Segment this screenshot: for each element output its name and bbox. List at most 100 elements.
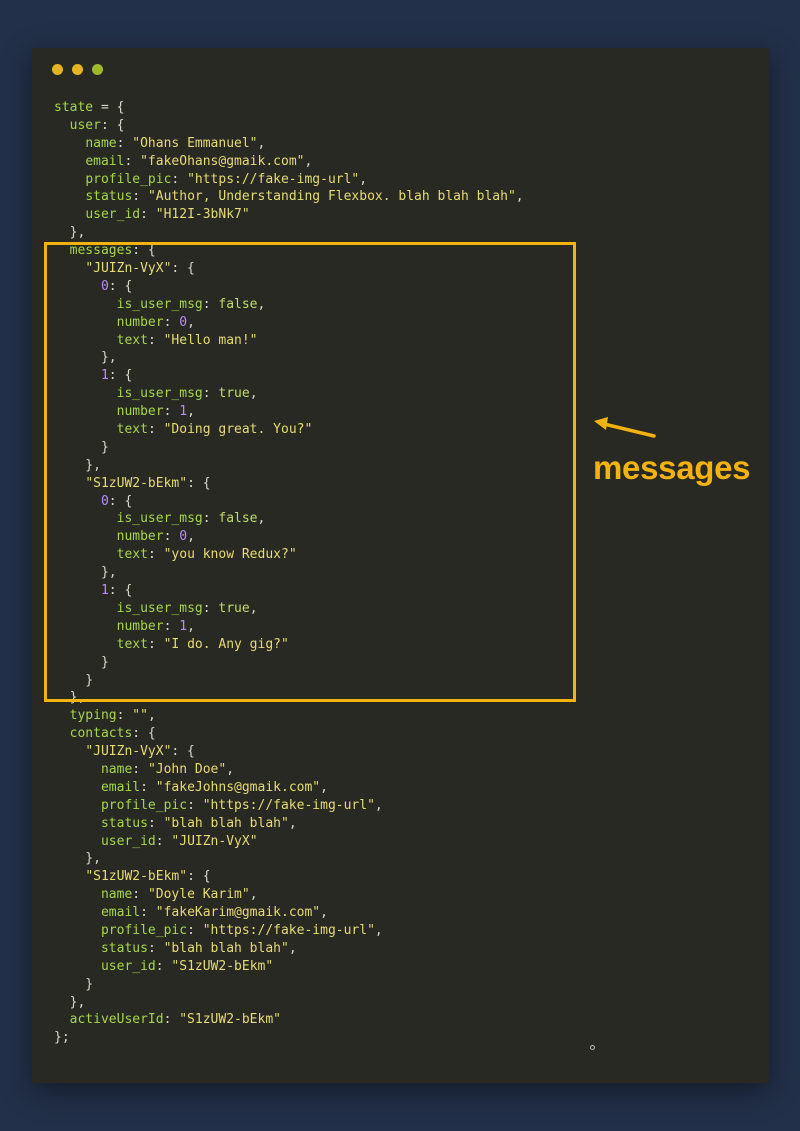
code-line: }, (54, 994, 524, 1012)
code-token: , (226, 761, 235, 777)
code-line: user_id: "S1zUW2-bEkm" (54, 958, 524, 976)
code-token: "fakeKarim@gmaik.com" (155, 905, 321, 921)
code-token: "Author, Understanding Flexbox. blah bla… (147, 189, 516, 205)
code-token: : { (187, 869, 211, 885)
code-token: email (100, 779, 141, 795)
code-token: profile_pic (100, 797, 188, 813)
code-token: : (155, 958, 172, 974)
close-dot-icon[interactable] (52, 64, 63, 75)
code-token: "https://fake-img-url" (187, 171, 360, 187)
code-line: user_id: "H12I-3bNk7" (54, 206, 524, 224)
code-token: : (116, 708, 133, 724)
code-token: : { (171, 744, 195, 760)
code-token: , (359, 171, 368, 187)
code-token: , (257, 135, 266, 151)
code-line: profile_pic: "https://fake-img-url", (54, 171, 524, 189)
code-token: , (288, 815, 297, 831)
code-token: "blah blah blah" (163, 815, 289, 831)
code-line: name: "John Doe", (54, 761, 524, 779)
maximize-dot-icon[interactable] (92, 64, 103, 75)
code-token: "JUIZn-VyX" (171, 833, 258, 849)
code-token: "S1zUW2-bEkm" (179, 1012, 281, 1028)
code-token: user_id (100, 833, 156, 849)
code-token: "fakeOhans@gmaik.com" (140, 153, 305, 169)
code-line: contacts: { (54, 725, 524, 743)
code-token: : (147, 940, 164, 956)
code-line: profile_pic: "https://fake-img-url", (54, 922, 524, 940)
code-token: status (100, 815, 148, 831)
code-line: email: "fakeKarim@gmaik.com", (54, 904, 524, 922)
code-token: : (187, 922, 203, 938)
code-token: typing (69, 708, 117, 724)
code-line: email: "fakeJohns@gmaik.com", (54, 779, 524, 797)
code-line: name: "Doyle Karim", (54, 886, 524, 904)
code-token: , (249, 887, 258, 903)
window-controls (52, 64, 112, 75)
code-token: "blah blah blah" (163, 940, 289, 956)
code-token: , (320, 905, 328, 921)
code-token: : (140, 779, 156, 795)
code-token: , (320, 779, 328, 795)
code-token: = { (93, 100, 125, 115)
code-token: activeUserId (69, 1012, 164, 1028)
code-line: status: "blah blah blah", (54, 940, 524, 958)
code-token: "https://fake-img-url" (202, 797, 375, 813)
code-token: , (304, 153, 313, 169)
code-token: : (140, 207, 156, 223)
messages-annotation-label: messages (593, 449, 751, 486)
code-line: typing: "", (54, 707, 524, 725)
code-line: name: "Ohans Emmanuel", (54, 135, 524, 153)
code-line: user: { (54, 117, 524, 135)
code-token: name (100, 761, 133, 777)
arrow-left-icon (594, 417, 656, 438)
code-line: }; (54, 1029, 524, 1047)
code-token: : (171, 171, 188, 187)
code-line: status: "Author, Understanding Flexbox. … (54, 188, 523, 206)
code-token: : (155, 833, 172, 849)
code-line: profile_pic: "https://fake-img-url", (54, 797, 524, 815)
decorative-dot (590, 1045, 595, 1050)
code-token: : (163, 1012, 180, 1028)
code-token: user (69, 117, 101, 133)
messages-highlight-box (44, 242, 576, 702)
code-token: }, (54, 994, 86, 1010)
code-token: profile_pic (85, 171, 172, 187)
code-token: , (147, 708, 156, 724)
code-token: , (374, 797, 383, 813)
code-line: "JUIZn-VyX": { (54, 743, 524, 761)
code-token: } (54, 976, 94, 992)
code-token: , (374, 922, 383, 938)
code-token: "S1zUW2-bEkm" (171, 958, 274, 974)
code-token: state (54, 100, 94, 115)
code-token: : (147, 815, 164, 831)
code-token: }, (54, 225, 86, 241)
code-token: name (85, 135, 117, 151)
code-token: name (100, 887, 133, 903)
code-line: }, (54, 224, 524, 242)
code-token: status (100, 940, 148, 956)
code-token: email (100, 905, 141, 921)
code-token: "John Doe" (147, 761, 227, 777)
code-token: "fakeJohns@gmaik.com" (155, 779, 321, 795)
code-token: : (124, 153, 141, 169)
minimize-dot-icon[interactable] (72, 64, 83, 75)
code-token: "H12I-3bNk7" (155, 207, 250, 223)
code-token: "Doyle Karim" (147, 887, 250, 903)
code-line: user_id: "JUIZn-VyX" (54, 833, 524, 851)
code-token: user_id (85, 207, 141, 223)
